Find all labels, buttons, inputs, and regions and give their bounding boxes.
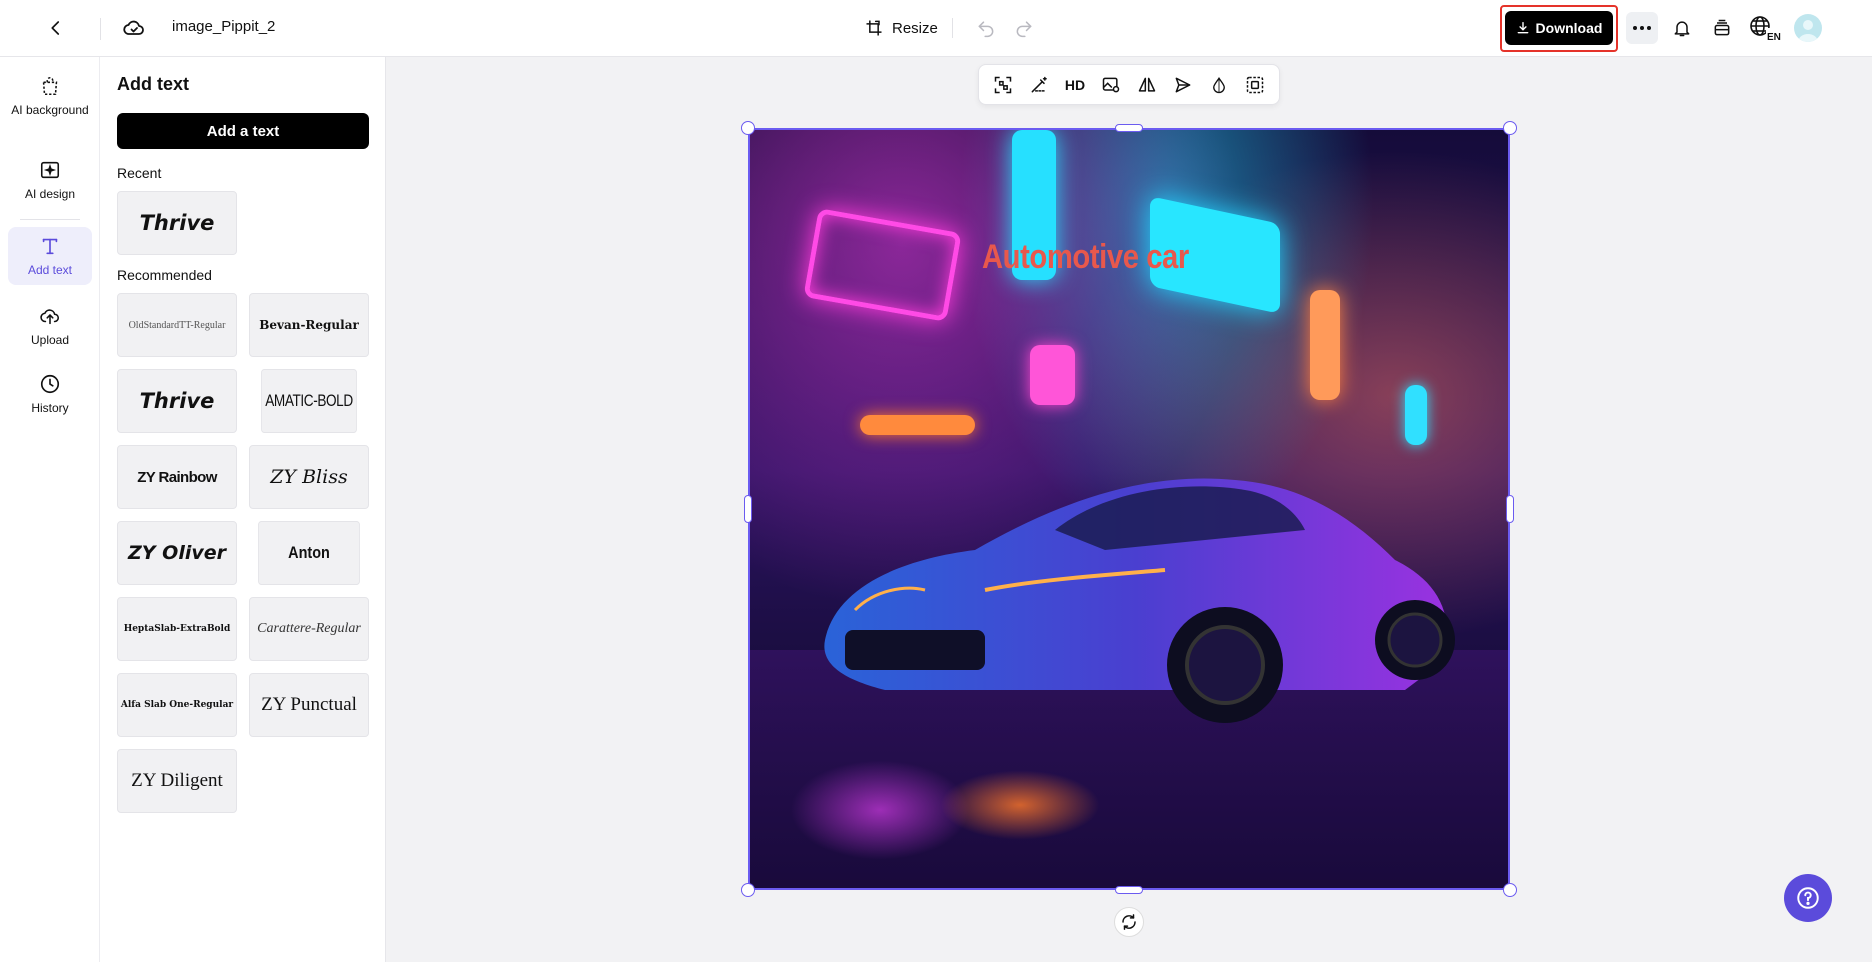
font-tile-zy-rainbow[interactable]: ZY Rainbow (117, 445, 237, 509)
divider (952, 18, 953, 38)
scan-button[interactable] (988, 70, 1018, 100)
magic-wand-icon (1031, 76, 1047, 92)
rail-item-ai-background[interactable]: AI background (8, 67, 92, 137)
avatar[interactable] (1794, 14, 1822, 42)
resize-handle-bottom-left[interactable] (741, 883, 755, 897)
top-bar: image_Pippit_20 Resize Download EN (0, 0, 1872, 57)
focus-frame-icon (1246, 76, 1264, 93)
rotate-button[interactable] (1114, 907, 1144, 937)
rail-label: History (31, 401, 69, 415)
layers-button[interactable] (1706, 12, 1738, 44)
language-code: EN (1767, 32, 1781, 42)
rail-item-ai-design[interactable]: AI design (8, 151, 92, 207)
cloud-save-button[interactable] (118, 12, 150, 44)
redo-icon (1016, 21, 1032, 38)
send-button[interactable] (1168, 70, 1198, 100)
undo-button[interactable] (970, 12, 1002, 44)
bag-icon (37, 73, 63, 99)
user-avatar-icon (1798, 20, 1818, 42)
ai-design-icon (37, 157, 63, 183)
rotate-icon (1122, 914, 1136, 930)
resize-handle-top-left[interactable] (741, 121, 755, 135)
download-label: Download (1535, 20, 1603, 36)
text-icon (37, 233, 63, 259)
redo-button[interactable] (1008, 12, 1040, 44)
drop-icon (1213, 76, 1225, 93)
resize-handle-top[interactable] (1115, 124, 1143, 132)
resize-handle-left[interactable] (744, 495, 752, 523)
resize-button[interactable]: Resize (858, 12, 944, 44)
scan-icon (994, 76, 1012, 93)
download-icon (1517, 22, 1528, 34)
hd-button[interactable]: HD (1060, 70, 1090, 100)
recommended-label: Recommended (117, 267, 212, 283)
font-tile-zy-oliver[interactable]: ZY Oliver (117, 521, 237, 585)
image-toolbar: HD (978, 64, 1280, 105)
font-tile-bevan[interactable]: Bevan-Regular (249, 293, 369, 357)
font-tile-recent-thrive[interactable]: Thrive (117, 191, 237, 255)
download-button[interactable]: Download (1505, 11, 1613, 45)
font-tile-alfa-slab[interactable]: Alfa Slab One-Regular (117, 673, 237, 737)
rail-label: AI background (11, 103, 89, 117)
rail-label: Add text (27, 263, 73, 277)
font-tile-heptaslab[interactable]: HeptaSlab-ExtraBold (117, 597, 237, 661)
divider (100, 18, 101, 40)
font-tile-thrive[interactable]: Thrive (117, 369, 237, 433)
magic-edit-button[interactable] (1024, 70, 1054, 100)
language-button[interactable]: EN (1748, 12, 1782, 44)
panel-title: Add text (117, 74, 189, 94)
font-tile-oldstandard[interactable]: OldStandardTT-Regular (117, 293, 237, 357)
opacity-button[interactable] (1204, 70, 1234, 100)
more-dots-icon (1633, 26, 1651, 30)
image-settings-button[interactable] (1096, 70, 1126, 100)
globe-icon: EN (1750, 16, 1781, 42)
rail-label: Upload (30, 333, 70, 347)
bell-icon (1674, 21, 1690, 37)
chevron-left-icon (51, 21, 60, 35)
help-button[interactable] (1784, 874, 1832, 922)
rail-item-history[interactable]: History (8, 365, 92, 421)
rail-item-upload[interactable]: Upload (8, 297, 92, 353)
upload-cloud-icon (37, 303, 63, 329)
resize-handle-top-right[interactable] (1503, 121, 1517, 135)
font-tile-carattere[interactable]: Carattere-Regular (249, 597, 369, 661)
font-tile-zy-bliss[interactable]: ZY Bliss (249, 445, 369, 509)
resize-handle-bottom-right[interactable] (1503, 883, 1517, 897)
sports-car-illustration (824, 478, 1455, 723)
flip-icon (1138, 77, 1156, 92)
clock-icon (37, 371, 63, 397)
notifications-button[interactable] (1666, 12, 1698, 44)
crop-select-button[interactable] (1240, 70, 1270, 100)
send-icon (1175, 77, 1191, 92)
add-text-panel: Add text Add a text Recent Thrive Recomm… (100, 57, 386, 962)
font-tile-zy-diligent[interactable]: ZY Diligent (117, 749, 237, 813)
rail-item-add-text[interactable]: Add text (8, 227, 92, 285)
resize-icon (866, 20, 882, 36)
font-tile-amatic[interactable]: AMATIC-BOLD (261, 369, 357, 433)
canvas-text-layer[interactable]: Automotive car (982, 238, 1189, 277)
flip-button[interactable] (1132, 70, 1162, 100)
recent-label: Recent (117, 165, 162, 181)
rail-divider (20, 219, 80, 220)
canvas-image[interactable]: Automotive car (748, 128, 1510, 890)
back-button[interactable] (40, 12, 72, 44)
left-rail: AI background AI design Add text Upload … (0, 57, 100, 962)
resize-handle-right[interactable] (1506, 495, 1514, 523)
layers-icon (1714, 19, 1730, 36)
font-tile-anton[interactable]: Anton (258, 521, 360, 585)
resize-label: Resize (892, 19, 938, 37)
undo-icon (978, 21, 994, 38)
cloud-icon (123, 20, 144, 35)
image-gear-icon (1102, 77, 1120, 92)
resize-handle-bottom[interactable] (1115, 886, 1143, 894)
document-title[interactable]: image_Pippit_20 (172, 18, 276, 40)
more-options-button[interactable] (1626, 12, 1658, 44)
font-tile-zy-punctual[interactable]: ZY Punctual (249, 673, 369, 737)
add-a-text-button[interactable]: Add a text (117, 113, 369, 149)
question-icon (1797, 887, 1819, 909)
rail-label: AI design (24, 187, 76, 201)
